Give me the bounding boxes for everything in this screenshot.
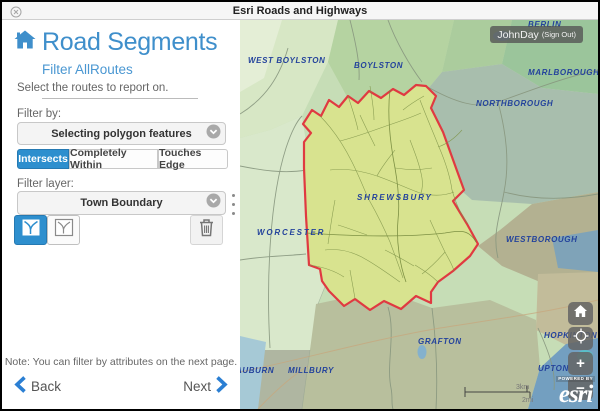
map-label-westborough: WESTBOROUGH xyxy=(506,235,578,244)
polygon-select-icon xyxy=(21,218,41,242)
intersects-button[interactable]: Intersects xyxy=(17,149,69,169)
map-label-marlborough: MARLBOROUGH xyxy=(528,68,598,77)
scale-mi-label: 2mi xyxy=(522,397,534,404)
map-label-worcester: WORCESTER xyxy=(257,228,325,237)
touches-edge-button[interactable]: Touches Edge xyxy=(158,149,228,169)
home-icon xyxy=(573,304,588,323)
close-icon[interactable] xyxy=(10,5,22,17)
map-label-boylston: BOYLSTON xyxy=(354,61,403,70)
selection-toolbar xyxy=(14,215,228,245)
map-label-northborough: NORTHBOROUGH xyxy=(476,99,553,108)
locate-icon xyxy=(573,328,589,349)
chevron-down-icon xyxy=(206,124,221,144)
filter-layer-label: Filter layer: xyxy=(17,178,74,190)
filter-panel: Road Segments Filter AllRoutes Select th… xyxy=(2,20,240,409)
scale-km-label: 3km xyxy=(516,384,529,391)
panel-header: Road Segments xyxy=(14,28,217,57)
spatial-operator-group: Intersects Completely Within Touches Edg… xyxy=(17,149,228,169)
map-label-west-boylston: WEST BOYLSTON xyxy=(248,56,325,65)
titlebar: Esri Roads and Highways xyxy=(2,2,598,20)
esri-wordmark: esri xyxy=(556,382,595,407)
select-intersect-tool-button[interactable] xyxy=(14,215,47,245)
back-button[interactable]: Back xyxy=(14,376,61,396)
map-canvas[interactable]: 3km 2mi WEST BOYLSTON BOYLSTON BERLIN MA… xyxy=(240,20,598,409)
map-label-auburn: AUBURN xyxy=(240,366,274,375)
panel-footer: Back Next xyxy=(14,375,228,397)
esri-logo: POWERED BY esri xyxy=(556,376,595,408)
select-polygon-tool-button[interactable] xyxy=(47,215,80,245)
note-text: Note: You can filter by attributes on th… xyxy=(2,356,240,368)
back-label: Back xyxy=(31,379,61,394)
app-window: Esri Roads and Highways Road Segments Fi… xyxy=(0,0,600,411)
next-label: Next xyxy=(183,379,211,394)
locate-button[interactable] xyxy=(568,327,593,350)
sign-out-label: (Sign Out) xyxy=(542,30,576,39)
trash-icon xyxy=(198,218,215,242)
map-label-grafton: GRAFTON xyxy=(418,337,462,346)
clear-selection-button[interactable] xyxy=(190,215,223,245)
chevron-down-icon xyxy=(206,193,221,213)
chevron-left-icon xyxy=(14,376,26,396)
filter-method-value: Selecting polygon features xyxy=(51,128,192,140)
chevron-right-icon xyxy=(216,376,228,396)
window-title: Esri Roads and Highways xyxy=(233,5,367,17)
map-basemap: 3km 2mi xyxy=(240,20,598,409)
panel-resize-handle[interactable] xyxy=(232,194,235,215)
filter-layer-dropdown[interactable]: Town Boundary xyxy=(17,191,226,215)
divider xyxy=(42,98,198,99)
user-name: JohnDay xyxy=(497,29,538,41)
map-label-upton: UPTON xyxy=(538,364,569,373)
home-extent-button[interactable] xyxy=(568,302,593,325)
next-button[interactable]: Next xyxy=(183,376,228,396)
home-icon xyxy=(14,30,36,55)
completely-within-button[interactable]: Completely Within xyxy=(69,149,158,169)
user-account-button[interactable]: JohnDay (Sign Out) xyxy=(490,26,583,43)
instruction-text: Select the routes to report on. xyxy=(17,82,169,94)
filter-layer-value: Town Boundary xyxy=(80,197,162,209)
page-title: Road Segments xyxy=(42,28,217,57)
polygon-outline-select-icon xyxy=(54,218,74,242)
zoom-in-button[interactable]: + xyxy=(568,352,593,375)
filter-by-label: Filter by: xyxy=(17,108,61,120)
map-label-shrewsbury: SHREWSBURY xyxy=(357,193,433,202)
page-subtitle: Filter AllRoutes xyxy=(42,62,133,77)
map-label-millbury: MILLBURY xyxy=(288,366,334,375)
filter-method-dropdown[interactable]: Selecting polygon features xyxy=(17,122,226,145)
